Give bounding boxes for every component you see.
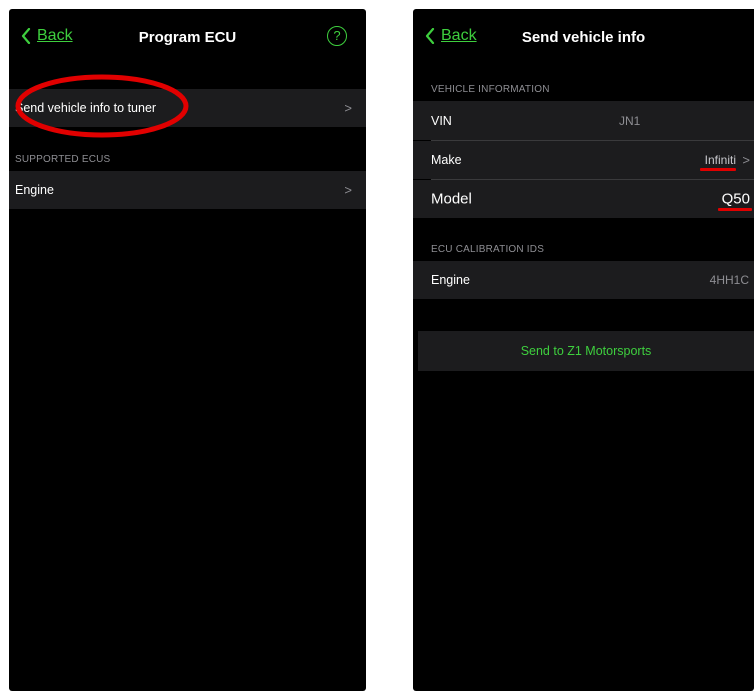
chevron-right-icon: > [742,152,750,168]
model-label: Model [431,190,472,208]
nav-bar: Back Send vehicle info [413,9,754,67]
make-value: Infiniti [704,153,736,167]
engine-calibration-row: Engine 4HH1C [413,261,754,299]
make-label: Make [431,153,462,167]
vin-value: JN1 [619,113,641,128]
send-to-tuner-button[interactable]: Send to Z1 Motorsports [418,331,754,371]
section-header-ecu-calibration-ids: ECU CALIBRATION IDS [431,244,545,255]
engine-label: Engine [431,273,470,287]
annotation-underline [700,168,736,171]
page-title: Program ECU [138,29,237,46]
model-value: Q50 [721,190,750,208]
engine-ecu-row[interactable]: Engine > [9,171,366,209]
section-header-vehicle-information: VEHICLE INFORMATION [431,84,550,95]
page-title: Send vehicle info [521,29,646,46]
vin-label: VIN [431,113,452,128]
section-header-supported-ecus: SUPPORTED ECUS [15,154,111,165]
model-row: Model Q50 [413,180,754,218]
left-screen: Back Program ECU ? Send vehicle info to … [9,9,366,691]
help-icon[interactable]: ? [327,26,347,46]
engine-calibration-value: 4HH1C [709,273,749,287]
nav-bar: Back Program ECU ? [9,9,366,67]
chevron-right-icon: > [344,182,352,198]
annotation-ellipse [15,74,189,138]
right-screen: Back Send vehicle info VEHICLE INFORMATI… [413,9,754,691]
chevron-right-icon: > [344,100,352,116]
vin-row: VIN JN1 [413,101,754,140]
engine-label: Engine [15,183,54,197]
annotation-underline [718,208,752,211]
make-row[interactable]: Make Infiniti > [413,141,754,179]
